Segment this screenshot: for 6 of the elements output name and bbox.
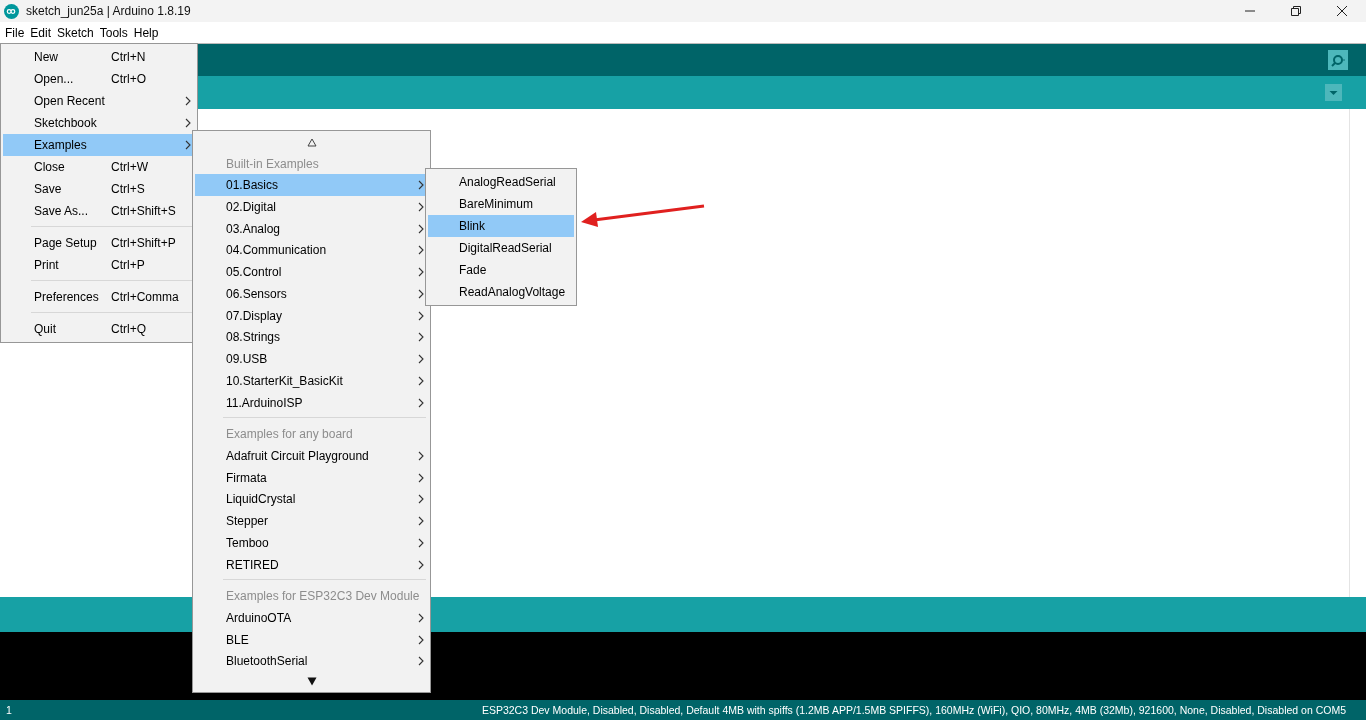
menu-header: Built-in Examples xyxy=(225,155,320,173)
window-title: sketch_jun25a | Arduino 1.8.19 xyxy=(26,4,191,18)
menu-header: Examples for ESP32C3 Dev Module xyxy=(225,588,421,606)
line-number: 1 xyxy=(6,704,12,716)
board-info: ESP32C3 Dev Module, Disabled, Disabled, Default 4MB with spiffs (1.2MB APP/1.5MB SPIFFS), 160MHz (WiFi), QIO, 80MHz, 4MB (32Mb), 921600, None, Disabled, Disabled on COM5 xyxy=(481,704,1346,716)
menu-header: Examples for any board xyxy=(225,426,354,444)
